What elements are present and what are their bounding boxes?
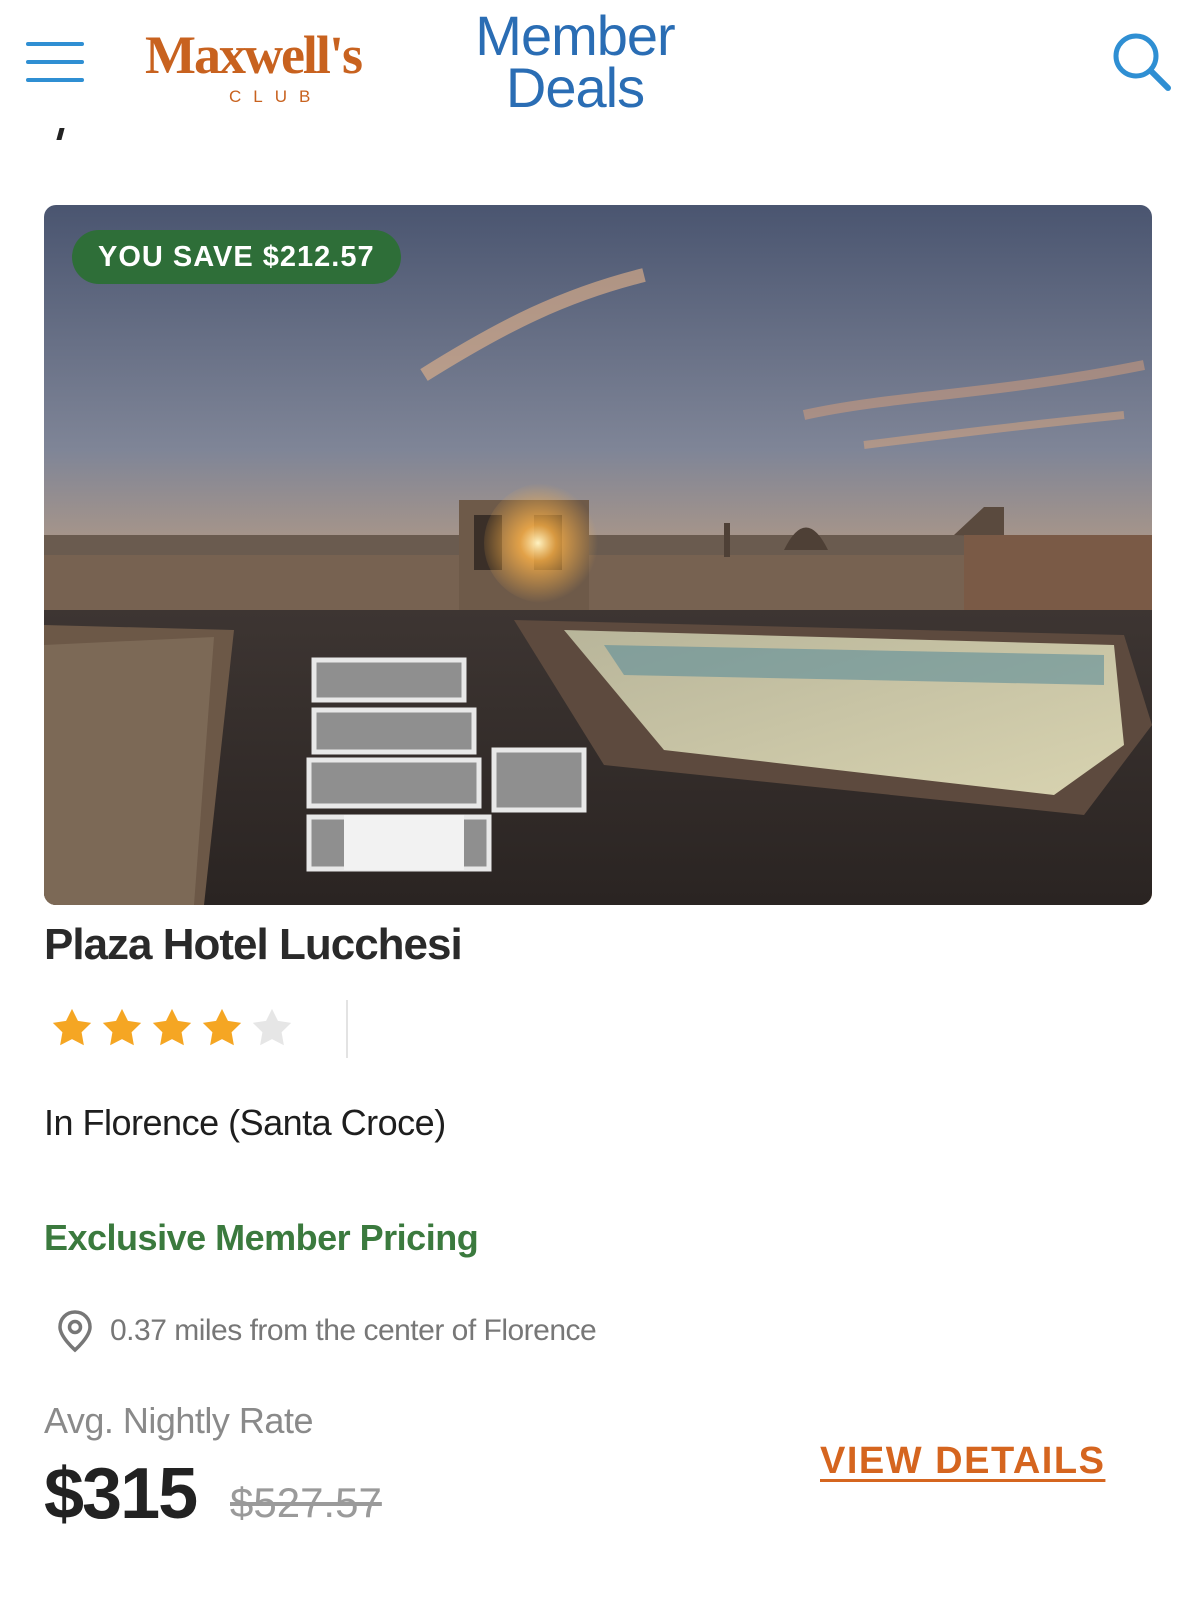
star-icon	[52, 1008, 92, 1046]
star-icon	[152, 1008, 192, 1046]
savings-badge: YOU SAVE $212.57	[72, 230, 401, 284]
hamburger-menu-icon[interactable]	[26, 42, 84, 84]
distance-info: 0.37 miles from the center of Florence	[56, 1308, 597, 1354]
hotel-name[interactable]: Plaza Hotel Lucchesi	[44, 920, 463, 970]
star-icon	[102, 1008, 142, 1046]
current-price: $315	[44, 1454, 198, 1534]
exclusive-pricing-label: Exclusive Member Pricing	[44, 1217, 479, 1258]
maxwells-club-logo[interactable]: Maxwell's CLUB	[145, 28, 410, 118]
search-icon[interactable]	[1110, 30, 1174, 94]
section-title: Member Deals	[455, 4, 695, 119]
app-header: Maxwell's CLUB Member Deals	[0, 0, 1195, 130]
star-icon-empty	[252, 1008, 292, 1046]
location-pin-icon	[58, 1310, 92, 1353]
hotel-photo[interactable]: YOU SAVE $212.57	[44, 205, 1152, 905]
view-details-link[interactable]: VIEW DETAILS	[820, 1440, 1105, 1483]
original-price: $527.57	[230, 1479, 382, 1526]
logo-wordmark: Maxwell's	[145, 25, 363, 85]
logo-subtitle: CLUB	[229, 87, 323, 106]
rating-divider	[346, 1000, 348, 1058]
rate-label: Avg. Nightly Rate	[44, 1400, 313, 1441]
star-icon	[202, 1008, 242, 1046]
distance-text: 0.37 miles from the center of Florence	[110, 1314, 597, 1347]
star-rating	[48, 1005, 298, 1051]
section-title-line2: Deals	[505, 56, 645, 119]
section-title-line1: Member	[475, 4, 675, 67]
deal-page: Maxwell's CLUB Member Deals YOU SAVE $21…	[0, 0, 1195, 1600]
hotel-location: In Florence (Santa Croce)	[44, 1102, 446, 1143]
